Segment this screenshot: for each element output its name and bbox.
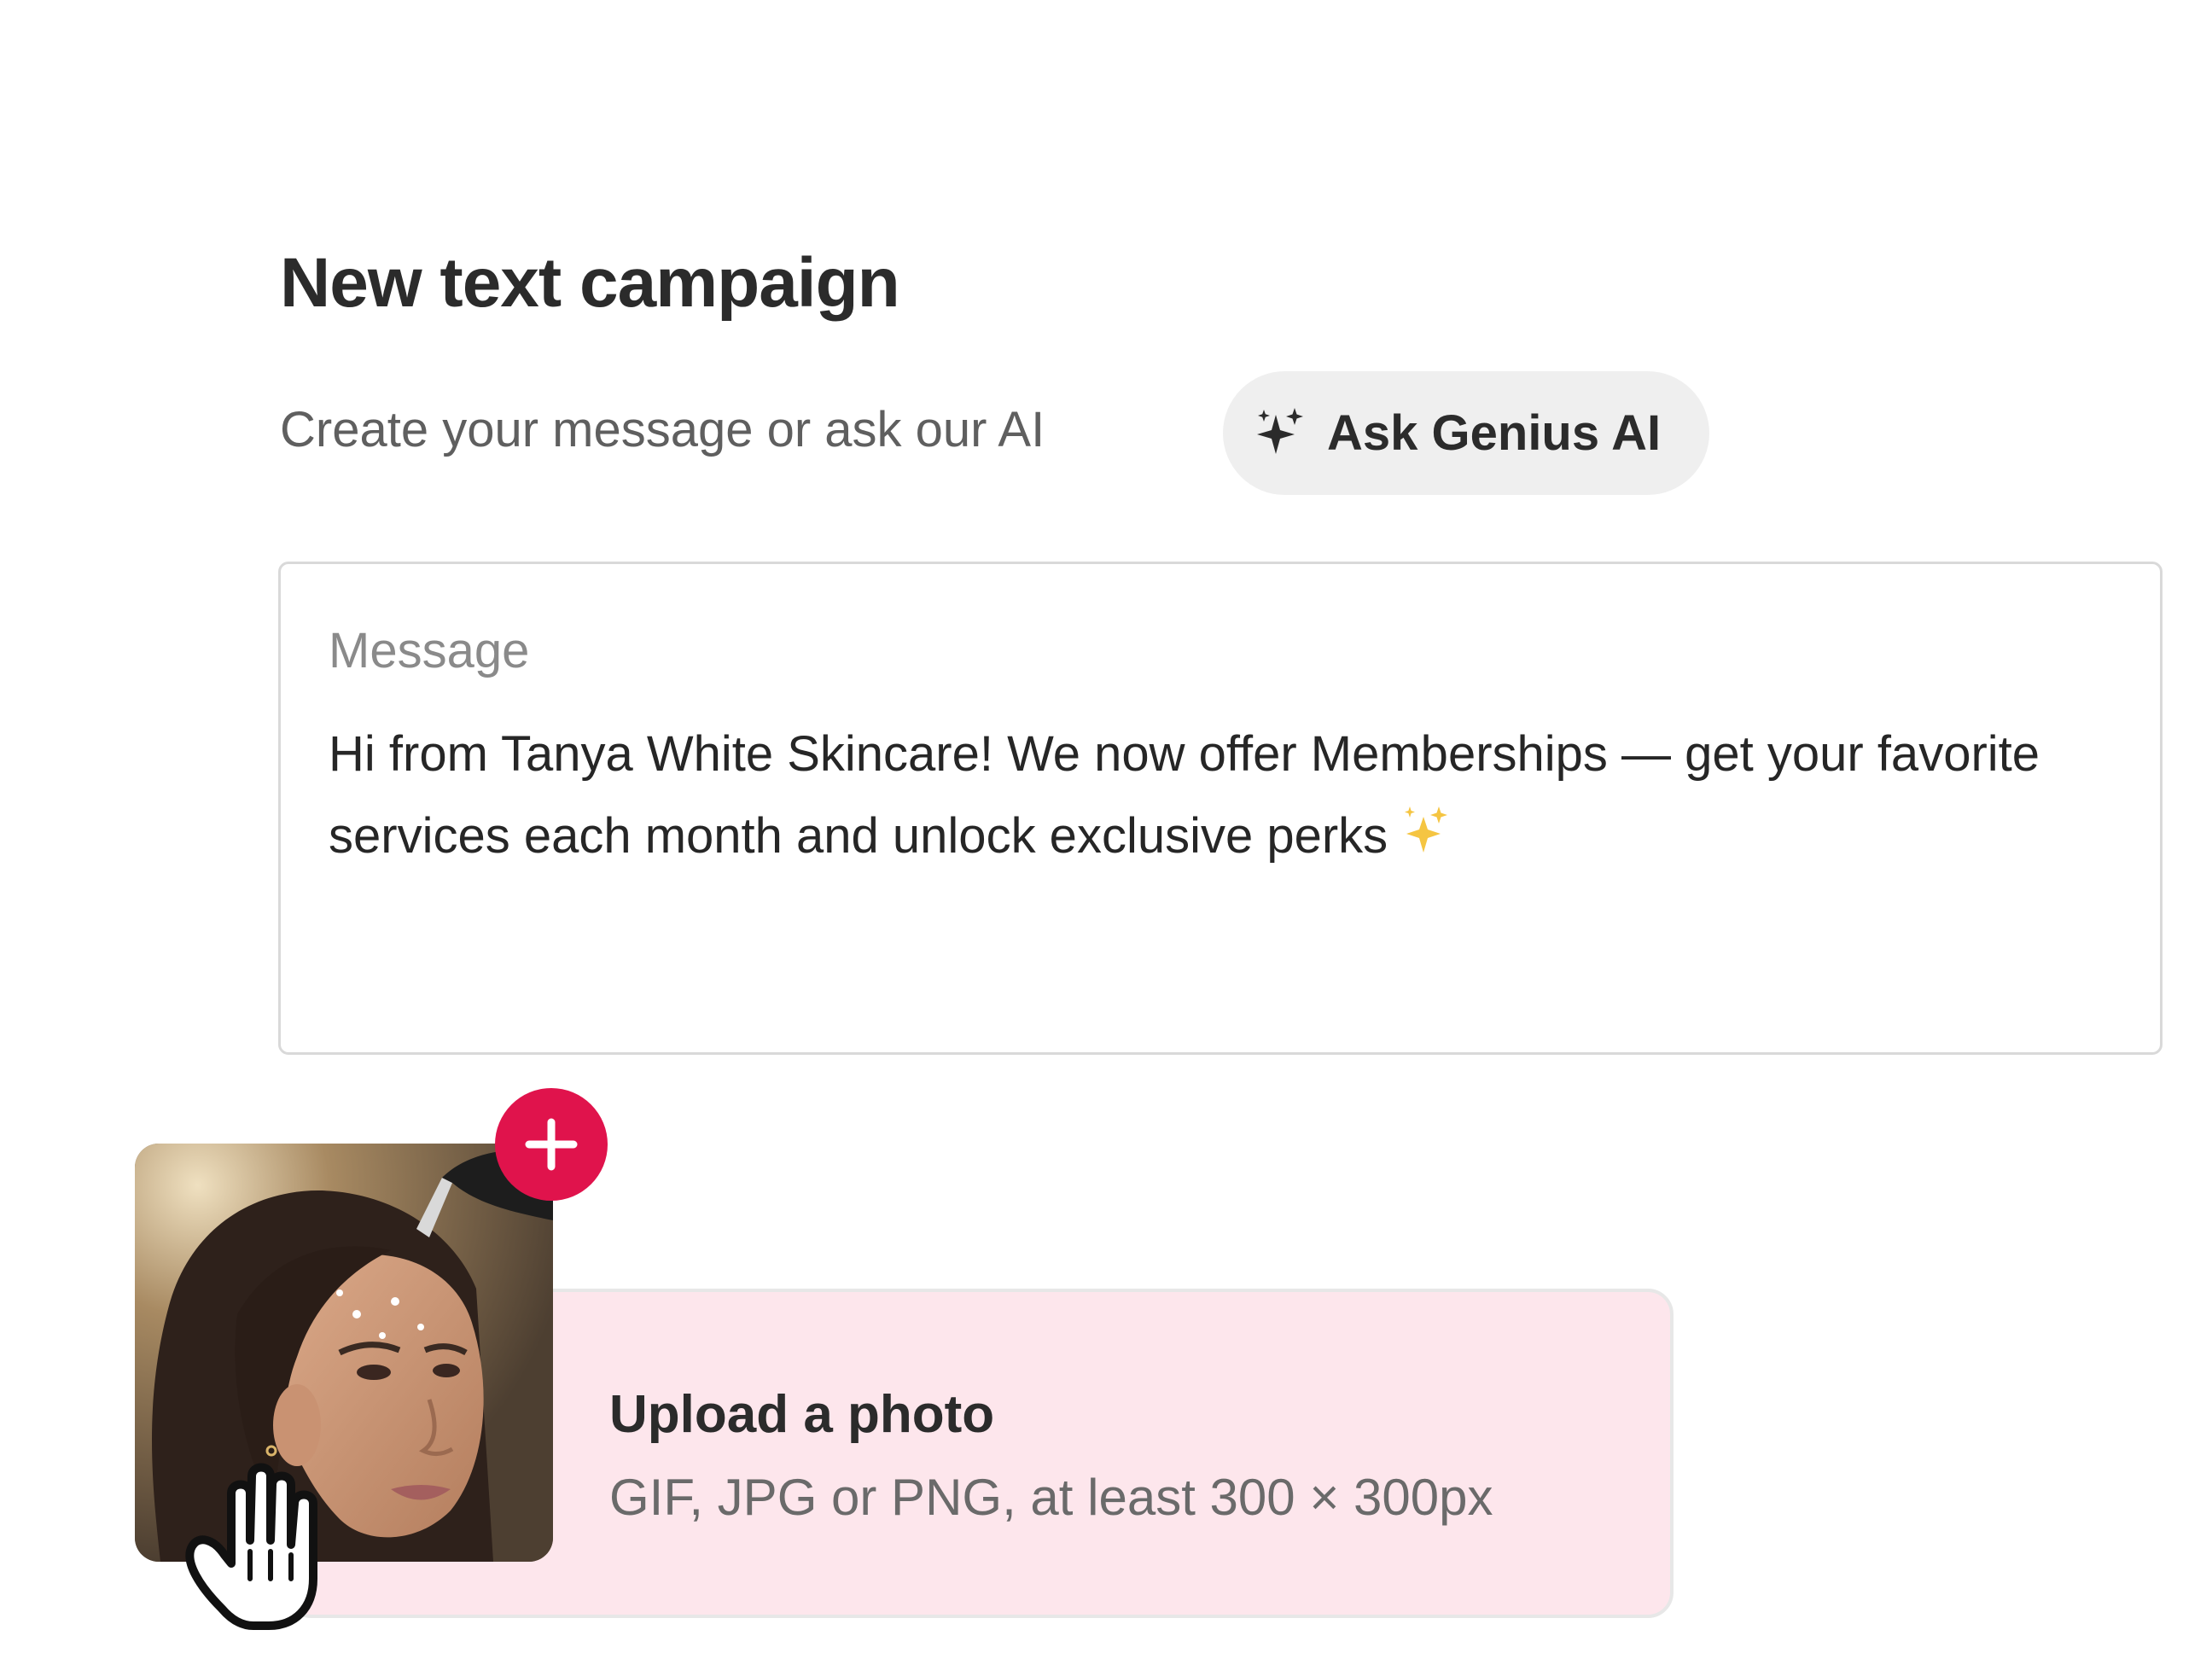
campaign-page: New text campaign Create your message or… (0, 0, 2212, 1659)
sparkle-icon (1257, 407, 1303, 454)
ask-genius-ai-button[interactable]: Ask Genius AI (1223, 371, 1709, 495)
plus-icon (525, 1118, 578, 1171)
upload-title: Upload a photo (609, 1385, 995, 1444)
upload-hint: GIF, JPG or PNG, at least 300 × 300px (609, 1469, 1493, 1526)
page-title: New text campaign (280, 244, 900, 322)
ask-genius-ai-label: Ask Genius AI (1327, 405, 1662, 461)
message-textarea[interactable]: Message Hi from Tanya White Skincare! We… (278, 562, 2163, 1055)
add-photo-button[interactable] (495, 1088, 608, 1201)
sparkles-emoji-icon (1405, 806, 1448, 853)
message-field-label: Message (329, 623, 530, 678)
message-field-value: Hi from Tanya White Skincare! We now off… (329, 726, 2040, 864)
page-subtitle: Create your message or ask our AI (280, 402, 1045, 457)
message-field-value-container: Hi from Tanya White Skincare! We now off… (329, 713, 2104, 877)
hand-cursor-icon (185, 1463, 317, 1630)
